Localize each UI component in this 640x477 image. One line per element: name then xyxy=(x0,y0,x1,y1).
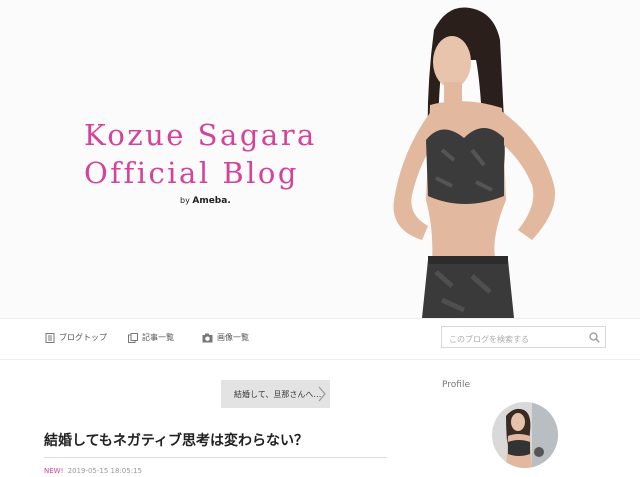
post-title[interactable]: 結婚してもネガティブ思考は変わらない？ xyxy=(44,430,308,450)
camera-icon xyxy=(202,333,213,342)
blog-header: Kozue Sagara Official Blog by Ameba. xyxy=(0,0,640,318)
post-meta: NEW! 2019-05-15 18:05:15 xyxy=(44,467,142,475)
ameba-logo: Ameba. xyxy=(192,196,231,206)
blog-search xyxy=(441,326,606,350)
search-input[interactable] xyxy=(442,329,584,350)
chevron-right-icon xyxy=(318,386,326,402)
search-icon[interactable] xyxy=(589,332,600,343)
nav-blog-top-label: ブログトップ xyxy=(59,333,107,342)
post-divider xyxy=(44,457,387,458)
profile-avatar[interactable] xyxy=(492,402,558,468)
nav-article-list-label: 記事一覧 xyxy=(142,333,174,342)
profile-heading: Profile xyxy=(442,380,470,390)
list-icon xyxy=(128,332,138,343)
header-photo xyxy=(393,7,556,318)
avatar-image xyxy=(492,402,558,468)
previous-post-label: 結婚して、旦那さんへ… xyxy=(234,390,322,399)
byline-prefix: by xyxy=(180,196,190,205)
nav-image-list[interactable]: 画像一覧 xyxy=(202,332,249,343)
nav-blog-top[interactable]: ブログトップ xyxy=(45,332,107,343)
document-icon xyxy=(45,332,55,343)
ameba-byline: by Ameba. xyxy=(180,196,231,206)
post-date: 2019-05-15 18:05:15 xyxy=(67,467,142,475)
nav-article-list[interactable]: 記事一覧 xyxy=(128,332,174,343)
blog-title-line-1[interactable]: Kozue Sagara xyxy=(84,118,317,152)
blog-title-line-2[interactable]: Official Blog xyxy=(84,156,299,190)
new-badge: NEW! xyxy=(44,467,64,475)
nav-image-list-label: 画像一覧 xyxy=(217,333,249,342)
previous-post-button[interactable]: 結婚して、旦那さんへ… xyxy=(221,380,330,408)
